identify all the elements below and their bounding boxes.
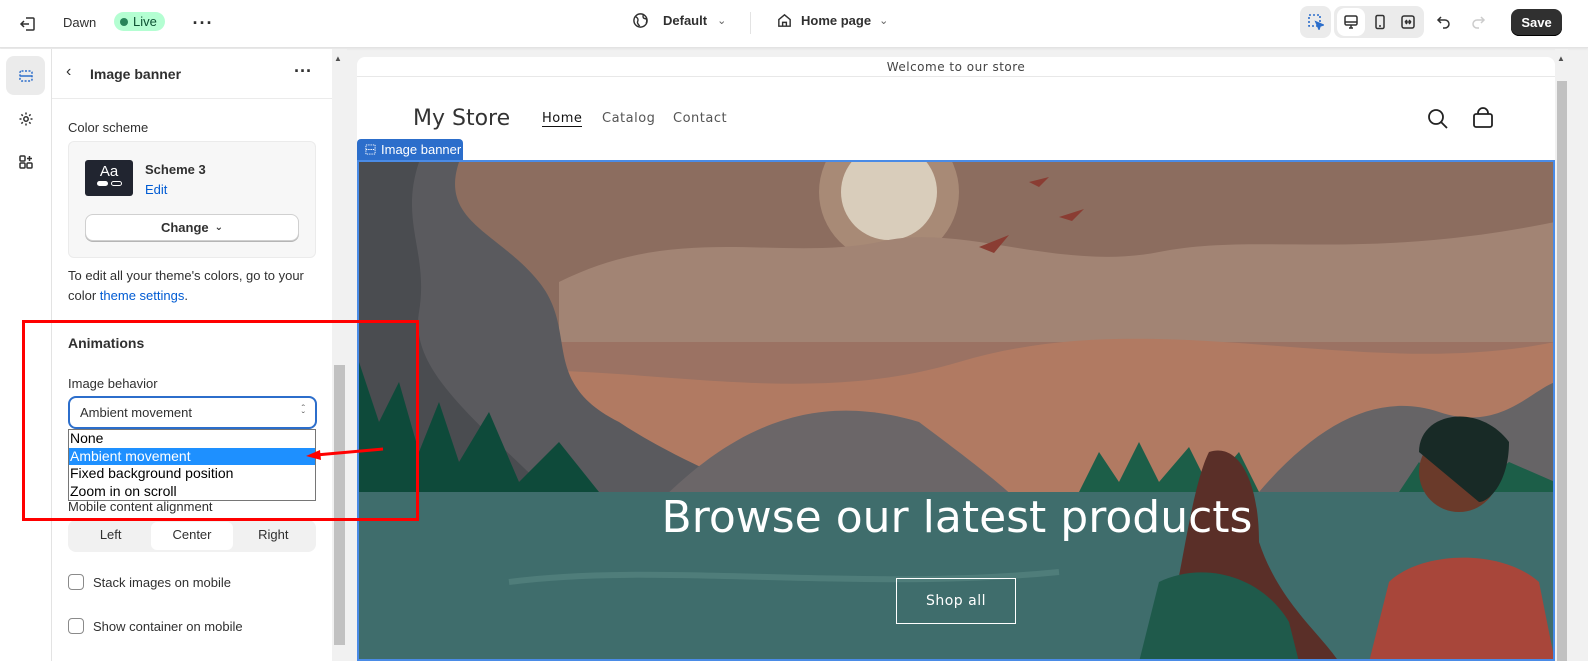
- theme-name: Dawn: [63, 15, 97, 30]
- annotation-arrow-icon: [306, 447, 384, 460]
- chevron-down-icon: ⌄: [214, 222, 224, 233]
- section-icon: [365, 144, 376, 155]
- top-bar: Dawn Live ··· Default ⌄ Home page ⌄ Save: [0, 0, 1588, 48]
- template-label: Default: [663, 13, 708, 28]
- change-scheme-button[interactable]: Change ⌄: [85, 214, 299, 241]
- banner-heading: Browse our latest products: [661, 492, 1253, 543]
- inspector-icon[interactable]: [1300, 6, 1331, 38]
- panel-title: Image banner: [90, 66, 182, 82]
- align-right-option[interactable]: Right: [233, 522, 314, 550]
- sections-icon[interactable]: [6, 56, 45, 95]
- change-label: Change: [160, 220, 209, 235]
- desktop-icon[interactable]: [1337, 8, 1365, 36]
- live-status-badge: Live: [114, 12, 165, 31]
- scroll-up-icon[interactable]: ▲: [1557, 54, 1565, 63]
- color-help-text: To edit all your theme's colors, go to y…: [68, 268, 304, 303]
- color-scheme-label: Color scheme: [68, 120, 149, 135]
- nav-catalog[interactable]: Catalog: [602, 111, 655, 126]
- nav-home[interactable]: Home: [542, 111, 583, 127]
- save-button[interactable]: Save: [1511, 9, 1562, 36]
- template-selector[interactable]: Default ⌄: [632, 12, 726, 29]
- status-text: Live: [133, 14, 157, 29]
- section-label: Image banner: [381, 142, 462, 157]
- page-selector[interactable]: Home page ⌄: [776, 12, 888, 29]
- scroll-up-icon[interactable]: ▲: [334, 54, 342, 63]
- store-logo[interactable]: My Store: [413, 106, 510, 131]
- fullwidth-icon[interactable]: [1394, 8, 1422, 36]
- checkbox-label: Show container on mobile: [93, 618, 243, 634]
- apps-icon[interactable]: [6, 142, 45, 181]
- scheme-name: Scheme 3: [145, 162, 206, 177]
- stack-images-checkbox-row[interactable]: Stack images on mobile: [68, 574, 231, 590]
- color-scheme-card: Aa Scheme 3 Edit Change ⌄: [68, 141, 316, 258]
- checkbox-label: Stack images on mobile: [93, 574, 232, 590]
- page-label: Home page: [801, 13, 872, 28]
- panel-header: ‹ Image banner ···: [52, 49, 332, 99]
- undo-icon[interactable]: [1430, 8, 1458, 36]
- align-center-option[interactable]: Center: [151, 522, 233, 550]
- more-icon[interactable]: ···: [294, 61, 312, 82]
- store-preview: Welcome to our store My Store Home Catal…: [357, 57, 1555, 661]
- status-dot-icon: [120, 17, 128, 26]
- preview-scrollbar[interactable]: ▲: [1555, 49, 1568, 661]
- home-icon: [778, 13, 791, 27]
- scrollbar-thumb[interactable]: [1557, 81, 1567, 661]
- swatch-text: Aa: [99, 163, 119, 180]
- announcement-text: Welcome to our store: [886, 60, 1026, 74]
- settings-icon[interactable]: [6, 99, 45, 138]
- mobile-alignment-segmented: Left Center Right: [68, 520, 316, 552]
- show-container-checkbox-row[interactable]: Show container on mobile: [68, 618, 243, 634]
- shop-all-button[interactable]: Shop all: [896, 578, 1016, 624]
- image-banner[interactable]: Browse our latest products Shop all: [357, 160, 1555, 661]
- section-label-tab[interactable]: Image banner: [357, 139, 463, 160]
- back-icon[interactable]: ‹: [66, 63, 71, 81]
- chevron-down-icon: ⌄: [717, 15, 727, 27]
- annotation-highlight-box: [22, 320, 419, 521]
- divider: [750, 12, 751, 34]
- show-container-checkbox[interactable]: [68, 618, 84, 634]
- theme-settings-link[interactable]: theme settings: [100, 288, 185, 303]
- nav-contact[interactable]: Contact: [673, 111, 727, 126]
- chevron-down-icon: ⌄: [879, 15, 889, 27]
- announcement-bar: Welcome to our store: [357, 57, 1555, 77]
- more-icon[interactable]: ···: [190, 10, 216, 36]
- redo-icon[interactable]: [1464, 8, 1492, 36]
- stack-images-checkbox[interactable]: [68, 574, 84, 590]
- align-left-option[interactable]: Left: [70, 522, 151, 550]
- scheme-swatch: Aa: [85, 160, 133, 196]
- cart-icon[interactable]: [1472, 107, 1494, 129]
- exit-icon[interactable]: [14, 10, 42, 38]
- globe-icon: [633, 13, 648, 28]
- search-icon[interactable]: [1427, 108, 1449, 130]
- edit-scheme-link[interactable]: Edit: [145, 182, 167, 197]
- mobile-icon[interactable]: [1366, 8, 1394, 36]
